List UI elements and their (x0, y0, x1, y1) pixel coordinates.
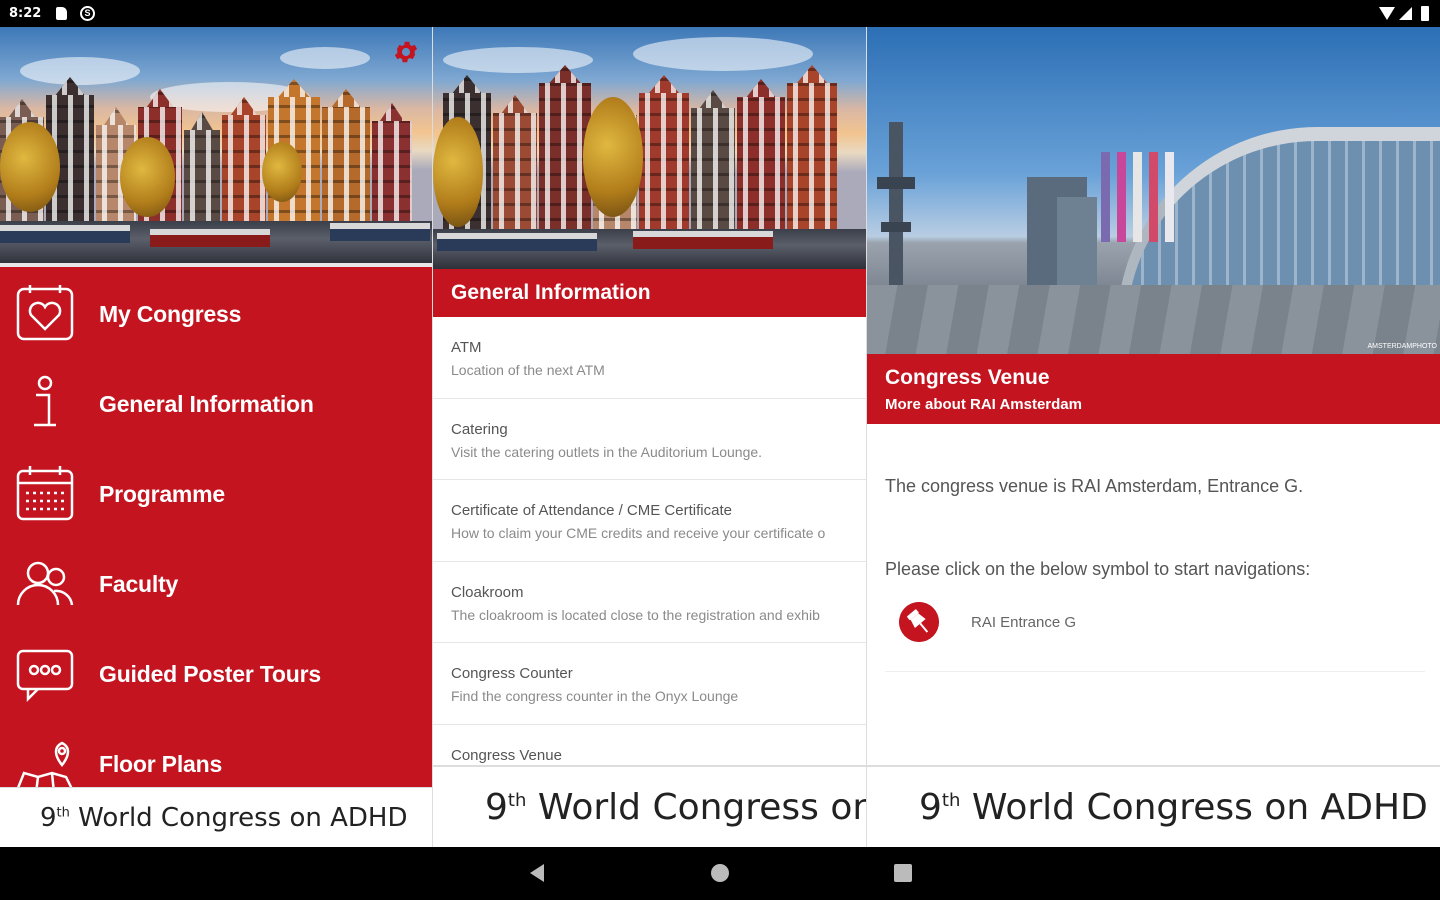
list-item-subtitle: Visit the catering outlets in the Audito… (451, 443, 763, 460)
banner-ordinal-suffix: th (941, 790, 961, 811)
wifi-icon (1379, 7, 1395, 20)
general-information-header: General Information (433, 269, 866, 317)
banner-text: World Congress on ADHD (537, 787, 866, 828)
banner-ordinal: 9 (919, 787, 942, 828)
signal-icon (1399, 7, 1412, 20)
list-item-title: Cloakroom (451, 583, 524, 601)
menu-item-guided-poster-tours[interactable]: Guided Poster Tours (0, 629, 432, 719)
list-item[interactable]: Catering Visit the catering outlets in t… (433, 399, 866, 480)
menu-item-label: My Congress (99, 300, 242, 327)
chat-bubble-icon (16, 649, 74, 703)
banner-ordinal: 9 (485, 787, 508, 828)
gear-icon[interactable] (392, 38, 420, 66)
venue-subtitle: More about RAI Amsterdam (885, 396, 1082, 413)
venue-photo: AMSTERDAMPHOTO (867, 27, 1440, 354)
menu-item-faculty[interactable]: Faculty (0, 539, 432, 629)
people-icon (16, 561, 74, 606)
main-menu: My Congress General Information Programm… (0, 267, 432, 795)
congress-banner: 9th World Congress on ADHD (867, 765, 1440, 847)
banner-ordinal: 9 (40, 803, 57, 833)
notification-icon: S (80, 6, 95, 21)
venue-paragraph: The congress venue is RAI Amsterdam, Ent… (885, 476, 1304, 496)
list-item[interactable]: Certificate of Attendance / CME Certific… (433, 480, 866, 562)
menu-item-general-information[interactable]: General Information (0, 359, 432, 449)
banner-ordinal-suffix: th (507, 790, 527, 811)
amsterdam-hero-image (0, 27, 432, 265)
congress-banner: 9th World Congress on ADHD (0, 787, 432, 847)
map-pin-icon (14, 741, 76, 795)
banner-text: World Congress on ADHD (78, 803, 408, 833)
venue-header: Congress Venue More about RAI Amsterdam (867, 354, 1440, 424)
menu-item-label: Programme (99, 480, 226, 507)
system-navigation-bar (0, 847, 1440, 900)
general-information-panel: General Information ATM Location of the … (432, 27, 866, 847)
navigation-label: RAI Entrance G (971, 614, 1077, 631)
battery-icon (1421, 6, 1429, 21)
list-item-title: Congress Venue (451, 746, 562, 764)
list-item-title: Congress Counter (451, 665, 573, 682)
calendar-icon (16, 466, 74, 521)
menu-item-label: General Information (99, 390, 314, 417)
congress-venue-panel: AMSTERDAMPHOTO Congress Venue More about… (866, 27, 1440, 847)
list-item-title: ATM (451, 339, 482, 356)
list-item-title: Catering (451, 420, 508, 438)
back-icon[interactable] (530, 864, 544, 882)
home-icon[interactable] (711, 864, 729, 882)
status-time: 8:22 (9, 6, 42, 21)
venue-paragraph: Please click on the below symbol to star… (885, 559, 1311, 579)
list-item[interactable]: ATM Location of the next ATM (433, 317, 866, 399)
heart-calendar-icon (16, 285, 74, 341)
list-item-subtitle: The cloakroom is located close to the re… (451, 606, 820, 623)
menu-item-label: Faculty (99, 570, 179, 597)
list-item[interactable]: Congress Venue (433, 725, 866, 766)
menu-item-label: Floor Plans (99, 750, 223, 777)
list-item-subtitle: How to claim your CME credits and receiv… (451, 525, 826, 541)
main-menu-panel: My Congress General Information Programm… (0, 27, 432, 847)
photo-credit: AMSTERDAMPHOTO (1367, 343, 1438, 350)
venue-title: Congress Venue (885, 366, 1050, 389)
banner-ordinal-suffix: th (56, 805, 70, 821)
info-icon (34, 375, 56, 427)
congress-banner: 9th World Congress on ADHD (433, 765, 866, 847)
banner-text: World Congress on ADHD (971, 787, 1428, 828)
navigation-row[interactable]: RAI Entrance G (885, 590, 1425, 672)
list-item-subtitle: Location of the next ATM (451, 362, 605, 378)
menu-item-my-congress[interactable]: My Congress (0, 269, 432, 359)
venue-body: The congress venue is RAI Amsterdam, Ent… (885, 424, 1425, 672)
recents-icon[interactable] (894, 864, 912, 882)
general-information-list: ATM Location of the next ATM Catering Vi… (433, 317, 866, 765)
menu-item-label: Guided Poster Tours (99, 660, 321, 687)
list-item[interactable]: Congress Counter Find the congress count… (433, 643, 866, 725)
sd-card-icon (56, 7, 67, 20)
menu-item-programme[interactable]: Programme (0, 449, 432, 539)
list-item[interactable]: Cloakroom The cloakroom is located close… (433, 562, 866, 643)
list-item-title: Certificate of Attendance / CME Certific… (451, 502, 732, 519)
status-bar: 8:22 S (0, 0, 1440, 27)
list-item-subtitle: Find the congress counter in the Onyx Lo… (451, 688, 739, 704)
amsterdam-hero-image (433, 27, 866, 269)
map-pin-icon[interactable] (899, 602, 939, 642)
